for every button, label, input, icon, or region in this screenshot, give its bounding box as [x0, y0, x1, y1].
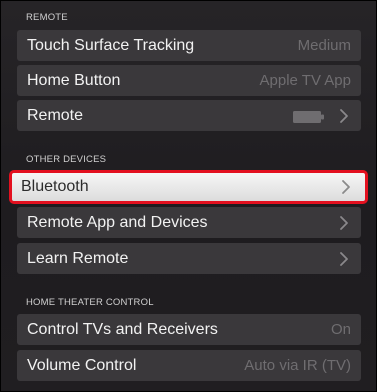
setting-label: Remote	[27, 106, 84, 124]
chevron-right-icon	[339, 179, 353, 195]
battery-icon	[293, 110, 325, 123]
setting-home-button[interactable]: Home Button Apple TV App	[17, 65, 361, 96]
setting-label: Remote App and Devices	[27, 213, 208, 231]
setting-label: Control TVs and Receivers	[27, 320, 218, 338]
setting-bluetooth[interactable]: Bluetooth	[9, 170, 368, 204]
setting-learn-remote[interactable]: Learn Remote	[17, 243, 361, 274]
chevron-right-icon	[337, 251, 351, 267]
setting-label: Learn Remote	[27, 249, 129, 267]
setting-label: Bluetooth	[21, 178, 89, 195]
setting-label: Home Button	[27, 71, 121, 89]
setting-label: Touch Surface Tracking	[27, 36, 195, 54]
setting-value: On	[330, 321, 351, 338]
setting-control-tvs-and-receivers[interactable]: Control TVs and Receivers On	[17, 314, 361, 345]
setting-remote[interactable]: Remote	[17, 100, 361, 131]
setting-value: Apple TV App	[259, 72, 351, 89]
setting-touch-surface-tracking[interactable]: Touch Surface Tracking Medium	[17, 30, 361, 61]
section-header-other-devices: OTHER DEVICES	[26, 154, 107, 165]
settings-screen: REMOTE Touch Surface Tracking Medium Hom…	[0, 0, 377, 392]
setting-value: Auto via IR (TV)	[244, 357, 351, 374]
setting-value: Medium	[297, 37, 351, 54]
chevron-right-icon	[337, 108, 351, 124]
setting-volume-control[interactable]: Volume Control Auto via IR (TV)	[17, 350, 361, 381]
setting-label: Volume Control	[27, 356, 137, 374]
section-header-home-theater-control: HOME THEATER CONTROL	[26, 297, 154, 308]
section-header-remote: REMOTE	[26, 12, 68, 23]
chevron-right-icon	[337, 215, 351, 231]
setting-remote-app-and-devices[interactable]: Remote App and Devices	[17, 207, 361, 238]
